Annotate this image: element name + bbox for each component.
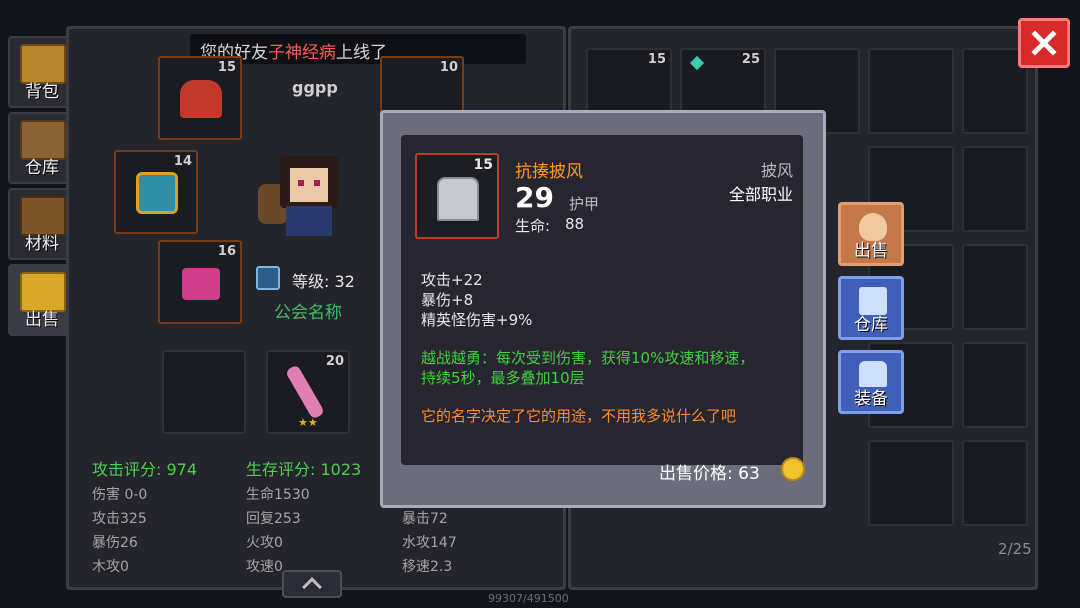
stat-fire-attack: 火攻0 (246, 535, 283, 551)
item-class: 全部职业 (728, 185, 793, 204)
stat-hp: 生命1530 (246, 487, 310, 503)
cloak-icon (437, 177, 479, 221)
equip-slot-weapon[interactable]: 20 ★★ (266, 350, 350, 434)
equip-slot-chest[interactable]: 14 (114, 150, 198, 234)
stat-regen: 回复253 (246, 511, 301, 527)
tab-materials-label: 材料 (25, 234, 59, 254)
warehouse-icon (859, 287, 887, 315)
item-hp-value: 88 (565, 215, 585, 233)
close-icon (1031, 30, 1057, 56)
item-bonus-attack: 攻击+22 (421, 271, 483, 289)
slot-count: 16 (217, 244, 236, 259)
character-sprite (246, 150, 356, 250)
equip-button[interactable]: 装备 (838, 350, 904, 414)
inventory-slot[interactable] (962, 342, 1028, 428)
close-button[interactable] (1018, 18, 1070, 68)
inventory-slot[interactable] (962, 146, 1028, 232)
slot-count: 15 (647, 52, 666, 67)
sell-button[interactable]: 出售 (838, 202, 904, 266)
equip-button-label: 装备 (854, 389, 888, 409)
weapon-stars: ★★ (298, 416, 318, 429)
equip-slot-head[interactable]: 15 (158, 56, 242, 140)
tab-warehouse-label: 仓库 (25, 158, 59, 178)
tab-sell-label: 出售 (25, 310, 59, 330)
gem-icon (689, 55, 705, 71)
stat-damage: 伤害 0-0 (92, 487, 148, 503)
level-badge-icon (256, 266, 280, 290)
survival-score: 生存评分: 1023 (246, 460, 362, 479)
scroll-up-button[interactable] (282, 570, 342, 598)
hood-icon (180, 80, 222, 118)
item-armor-value: 29 (515, 181, 554, 214)
candy-staff-icon (284, 364, 326, 420)
inventory-slot[interactable] (962, 244, 1028, 330)
stat-attack: 攻击325 (92, 511, 147, 527)
store-button[interactable]: 仓库 (838, 276, 904, 340)
guild-name: 公会名称 (274, 303, 342, 323)
stat-crit: 暴击72 (402, 511, 448, 527)
slot-count: 10 (439, 60, 458, 75)
sell-price: 出售价格: 63 (659, 464, 760, 484)
attack-score: 攻击评分: 974 (92, 460, 198, 479)
tooltip-item-slot: 15 (415, 153, 499, 239)
tab-backpack-label: 背包 (25, 82, 59, 102)
notice-friend-name: 子神经病 (268, 43, 336, 63)
item-bonus-elite-damage: 精英怪伤害+9% (421, 311, 533, 329)
item-flavor-text: 它的名字决定了它的用途，不用我多说什么了吧 (421, 407, 737, 425)
armor-icon (136, 172, 178, 214)
boots-icon (182, 268, 220, 300)
item-skill-line2: 持续5秒，最多叠加10层 (421, 369, 585, 387)
slot-count: 25 (741, 52, 760, 67)
stat-water-attack: 水攻147 (402, 535, 457, 551)
level-label: 等级: 32 (292, 272, 355, 291)
slot-count: 15 (217, 60, 236, 75)
stat-move-speed: 移速2.3 (402, 559, 453, 575)
item-bonus-crit-damage: 暴伤+8 (421, 291, 474, 309)
equip-slot-feet[interactable]: 16 (158, 240, 242, 324)
character-name: ggpp (292, 78, 338, 97)
stat-crit-damage: 暴伤26 (92, 535, 138, 551)
exp-counter: 99307/491500 (488, 592, 569, 605)
inventory-slot[interactable] (868, 48, 954, 134)
item-tooltip: 15 抗揍披风 29 护甲 生命: 88 披风 全部职业 攻击+22 暴伤+8 … (380, 110, 826, 508)
equip-slot-empty[interactable] (162, 350, 246, 434)
gold-coin-icon (781, 457, 805, 481)
item-skill-line1: 越战越勇：每次受到伤害，获得10%攻速和移速， (421, 349, 755, 367)
inventory-page: 2/25 (998, 540, 1032, 558)
slot-count: 20 (325, 354, 344, 369)
money-bag-icon (859, 213, 887, 241)
item-type: 披风 (760, 161, 793, 180)
stat-attack-speed: 攻速0 (246, 559, 283, 575)
stat-wood-attack: 木攻0 (92, 559, 129, 575)
item-count: 15 (473, 157, 493, 173)
shirt-icon (859, 361, 887, 387)
inventory-slot[interactable] (962, 440, 1028, 526)
inventory-slot[interactable] (868, 440, 954, 526)
chevron-up-icon (302, 577, 322, 597)
slot-count: 14 (173, 154, 192, 169)
tooltip-body: 15 抗揍披风 29 护甲 生命: 88 披风 全部职业 攻击+22 暴伤+8 … (401, 135, 803, 465)
item-name: 抗揍披风 (515, 162, 583, 182)
item-armor-label: 护甲 (569, 195, 600, 213)
item-hp-label: 生命: (515, 217, 551, 235)
